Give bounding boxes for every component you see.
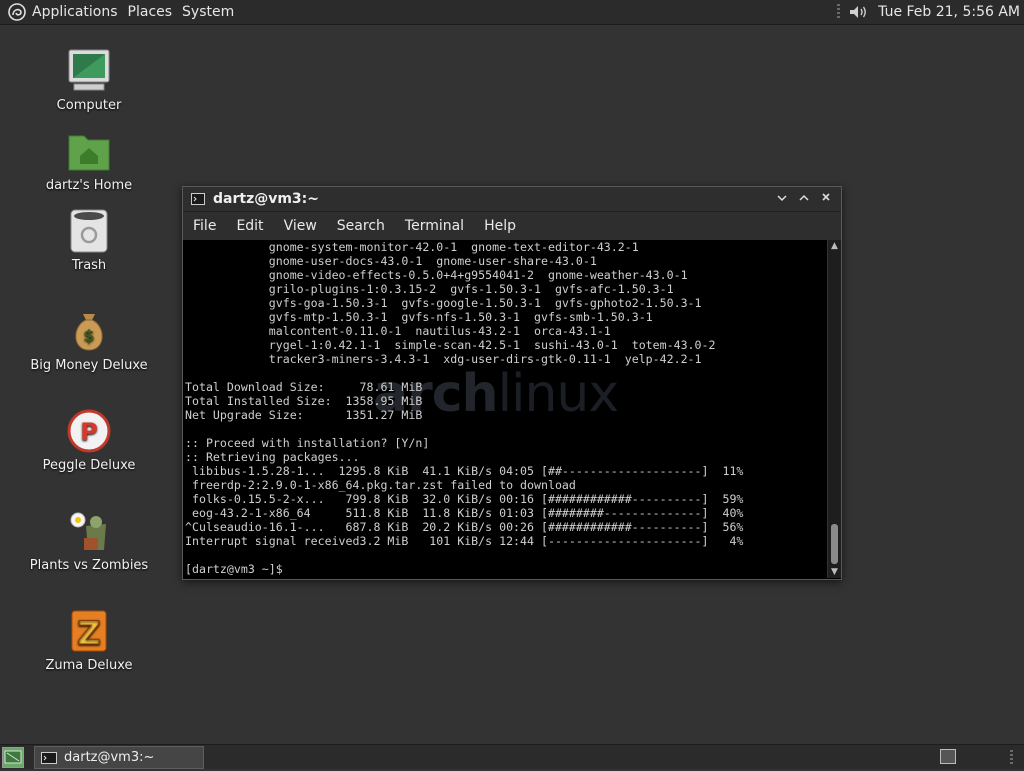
desktop-icon-zuma[interactable]: Z Zuma Deluxe: [24, 608, 154, 673]
desktop-icon-plants-zombies[interactable]: Plants vs Zombies: [24, 508, 154, 573]
desktop-icon-label: Peggle Deluxe: [42, 458, 136, 473]
terminal-line: Interrupt signal received3.2 MiB 101 KiB…: [185, 534, 744, 548]
menu-search[interactable]: Search: [327, 218, 395, 234]
terminal-line: [dartz@vm3 ~]$: [185, 562, 283, 576]
desktop-icon-label: Zuma Deluxe: [45, 658, 133, 673]
terminal-line: Total Download Size: 78.61 MiB: [185, 380, 423, 394]
system-menu[interactable]: System: [182, 4, 242, 20]
terminal-line: ^Culseaudio-16.1-... 687.8 KiB 20.2 KiB/…: [185, 520, 744, 534]
applications-menu[interactable]: Applications: [32, 4, 126, 20]
scroll-up-arrow-icon[interactable]: ▲: [828, 240, 841, 252]
chevron-up-icon: [799, 194, 809, 201]
svg-text:Z: Z: [77, 614, 100, 652]
svg-text:P: P: [80, 418, 98, 446]
scroll-thumb[interactable]: [831, 524, 838, 564]
terminal-line: gvfs-mtp-1.50.3-1 gvfs-nfs-1.50.3-1 gvfs…: [185, 310, 653, 324]
show-desktop-icon: [4, 750, 22, 764]
terminal-menubar: File Edit View Search Terminal Help: [183, 212, 841, 240]
terminal-line: grilo-plugins-1:0.3.15-2 gvfs-1.50.3-1 g…: [185, 282, 674, 296]
taskbar-terminal-button[interactable]: dartz@vm3:~: [34, 746, 204, 769]
distro-logo-icon[interactable]: [8, 3, 26, 21]
close-icon: [822, 193, 830, 201]
terminal-text: gnome-system-monitor-42.0-1 gnome-text-e…: [185, 240, 743, 576]
svg-text:$: $: [83, 326, 94, 345]
terminal-window[interactable]: dartz@vm3:~ File Edit View Search Termin…: [182, 186, 842, 580]
desktop-icon-trash[interactable]: Trash: [24, 208, 154, 273]
terminal-line: gnome-system-monitor-42.0-1 gnome-text-e…: [185, 240, 639, 254]
desktop-icon-label: dartz's Home: [45, 178, 133, 193]
terminal-line: eog-43.2-1-x86_64 511.8 KiB 11.8 KiB/s 0…: [185, 506, 744, 520]
volume-icon[interactable]: [848, 4, 868, 20]
window-title: dartz@vm3:~: [213, 191, 319, 207]
terminal-icon: [191, 193, 205, 205]
terminal-line: freerdp-2:2.9.0-1-x86_64.pkg.tar.zst fai…: [185, 478, 576, 492]
peggle-icon: P: [67, 409, 111, 453]
menu-edit[interactable]: Edit: [226, 218, 273, 234]
taskbar-button-label: dartz@vm3:~: [64, 750, 155, 765]
minimize-button[interactable]: [771, 189, 793, 209]
workspace-switcher[interactable]: [940, 749, 956, 764]
terminal-line: libibus-1.5.28-1... 1295.8 KiB 41.1 KiB/…: [185, 464, 744, 478]
bottom-panel: dartz@vm3:~: [0, 744, 1024, 769]
chevron-down-icon: [777, 195, 787, 202]
panel-handle[interactable]: [837, 4, 841, 20]
desktop-icon-peggle[interactable]: P Peggle Deluxe: [24, 408, 154, 473]
window-titlebar[interactable]: dartz@vm3:~: [183, 187, 841, 212]
desktop-icon-label: Trash: [71, 258, 107, 273]
desktop-icon-home[interactable]: dartz's Home: [24, 128, 154, 193]
home-folder-icon: [68, 135, 110, 171]
desktop-icon-label: Computer: [56, 98, 122, 113]
terminal-line: gvfs-goa-1.50.3-1 gvfs-google-1.50.3-1 g…: [185, 296, 702, 310]
desktop-icon-computer[interactable]: Computer: [24, 48, 154, 113]
terminal-output-area[interactable]: archlinux gnome-system-monitor-42.0-1 gn…: [183, 240, 827, 578]
clock[interactable]: Tue Feb 21, 5:56 AM: [878, 4, 1020, 20]
desktop-icon-label: Big Money Deluxe: [30, 358, 148, 373]
close-button[interactable]: [815, 189, 837, 209]
trash-icon: [70, 209, 108, 253]
terminal-scrollbar[interactable]: ▲ ▼: [827, 240, 841, 578]
terminal-icon: [41, 751, 57, 764]
computer-icon: [68, 49, 110, 91]
terminal-line: Net Upgrade Size: 1351.27 MiB: [185, 408, 423, 422]
top-panel: Applications Places System Tue Feb 21, 5…: [0, 0, 1024, 25]
terminal-line: malcontent-0.11.0-1 nautilus-43.2-1 orca…: [185, 324, 611, 338]
show-desktop-button[interactable]: [2, 747, 24, 768]
places-menu[interactable]: Places: [128, 4, 181, 20]
terminal-line: tracker3-miners-3.4.3-1 xdg-user-dirs-gt…: [185, 352, 702, 366]
terminal-line: rygel-1:0.42.1-1 simple-scan-42.5-1 sush…: [185, 338, 716, 352]
terminal-line: gnome-user-docs-43.0-1 gnome-user-share-…: [185, 254, 597, 268]
desktop-icon-big-money[interactable]: $ Big Money Deluxe: [24, 308, 154, 373]
panel-handle[interactable]: [1010, 750, 1013, 764]
terminal-line: :: Retrieving packages...: [185, 450, 360, 464]
menu-view[interactable]: View: [274, 218, 327, 234]
terminal-line: folks-0.15.5-2-x... 799.8 KiB 32.0 KiB/s…: [185, 492, 744, 506]
plants-zombies-icon: [70, 512, 106, 550]
terminal-line: :: Proceed with installation? [Y/n]: [185, 436, 430, 450]
menu-file[interactable]: File: [183, 218, 226, 234]
scroll-down-arrow-icon[interactable]: ▼: [828, 566, 841, 578]
zuma-icon: Z: [71, 610, 107, 653]
maximize-button[interactable]: [793, 189, 815, 209]
menu-help[interactable]: Help: [474, 218, 526, 234]
money-bag-icon: $: [75, 314, 103, 351]
terminal-line: gnome-video-effects-0.5.0+4+g9554041-2 g…: [185, 268, 688, 282]
desktop-icon-label: Plants vs Zombies: [29, 558, 149, 573]
terminal-line: Total Installed Size: 1358.95 MiB: [185, 394, 423, 408]
menu-terminal[interactable]: Terminal: [395, 218, 474, 234]
